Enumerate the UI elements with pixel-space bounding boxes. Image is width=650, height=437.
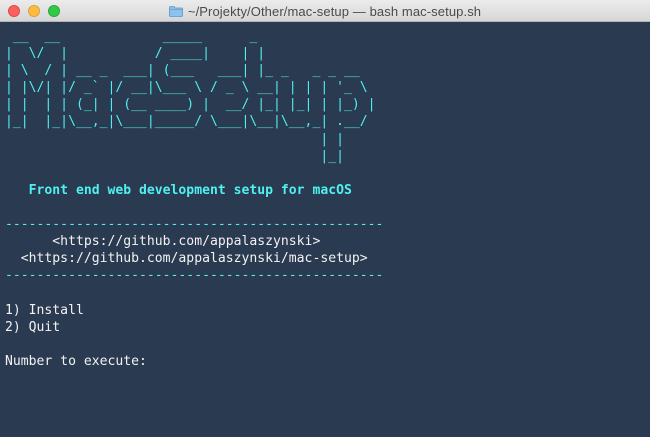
link-repository[interactable]: <https://github.com/appalaszynski/mac-se… bbox=[5, 250, 650, 267]
window-title-wrap: ~/Projekty/Other/mac-setup — bash mac-se… bbox=[0, 0, 650, 22]
title-bar[interactable]: ~/Projekty/Other/mac-setup — bash mac-se… bbox=[0, 0, 650, 22]
input-prompt[interactable]: Number to execute: bbox=[5, 353, 650, 370]
menu-item-quit: 2) Quit bbox=[5, 319, 61, 335]
banner-line: | | bbox=[5, 131, 344, 147]
banner-line: |_| bbox=[5, 148, 344, 164]
terminal-window: ~/Projekty/Other/mac-setup — bash mac-se… bbox=[0, 0, 650, 437]
link-profile[interactable]: <https://github.com/appalaszynski> bbox=[5, 233, 650, 250]
folder-icon bbox=[168, 5, 183, 17]
banner-line: | |\/| |/ _` |/ __|\___ \ / _ \ __| | | … bbox=[5, 80, 368, 96]
banner-line: |_| |_|\__,_|\___|_____/ \___|\__|\__,_|… bbox=[5, 114, 368, 130]
divider-top: ----------------------------------------… bbox=[5, 217, 384, 233]
banner-line: | \/ | / ____| | | bbox=[5, 46, 266, 62]
subtitle: Front end web development setup for macO… bbox=[5, 182, 352, 198]
window-title: ~/Projekty/Other/mac-setup — bash mac-se… bbox=[187, 3, 482, 19]
banner-line: | | | | (_| | (__ ____) | __/ |_| |_| | … bbox=[5, 97, 376, 113]
terminal-content[interactable]: __ __ _____ _ | \/ | / ____| | | | \ / |… bbox=[0, 22, 650, 437]
divider-bottom: ----------------------------------------… bbox=[5, 268, 384, 284]
menu-item-install: 1) Install bbox=[5, 302, 84, 318]
banner-line: __ __ _____ _ bbox=[5, 29, 258, 44]
banner-line: | \ / | __ _ ___| (___ ___| |_ _ _ _ __ bbox=[5, 63, 360, 79]
